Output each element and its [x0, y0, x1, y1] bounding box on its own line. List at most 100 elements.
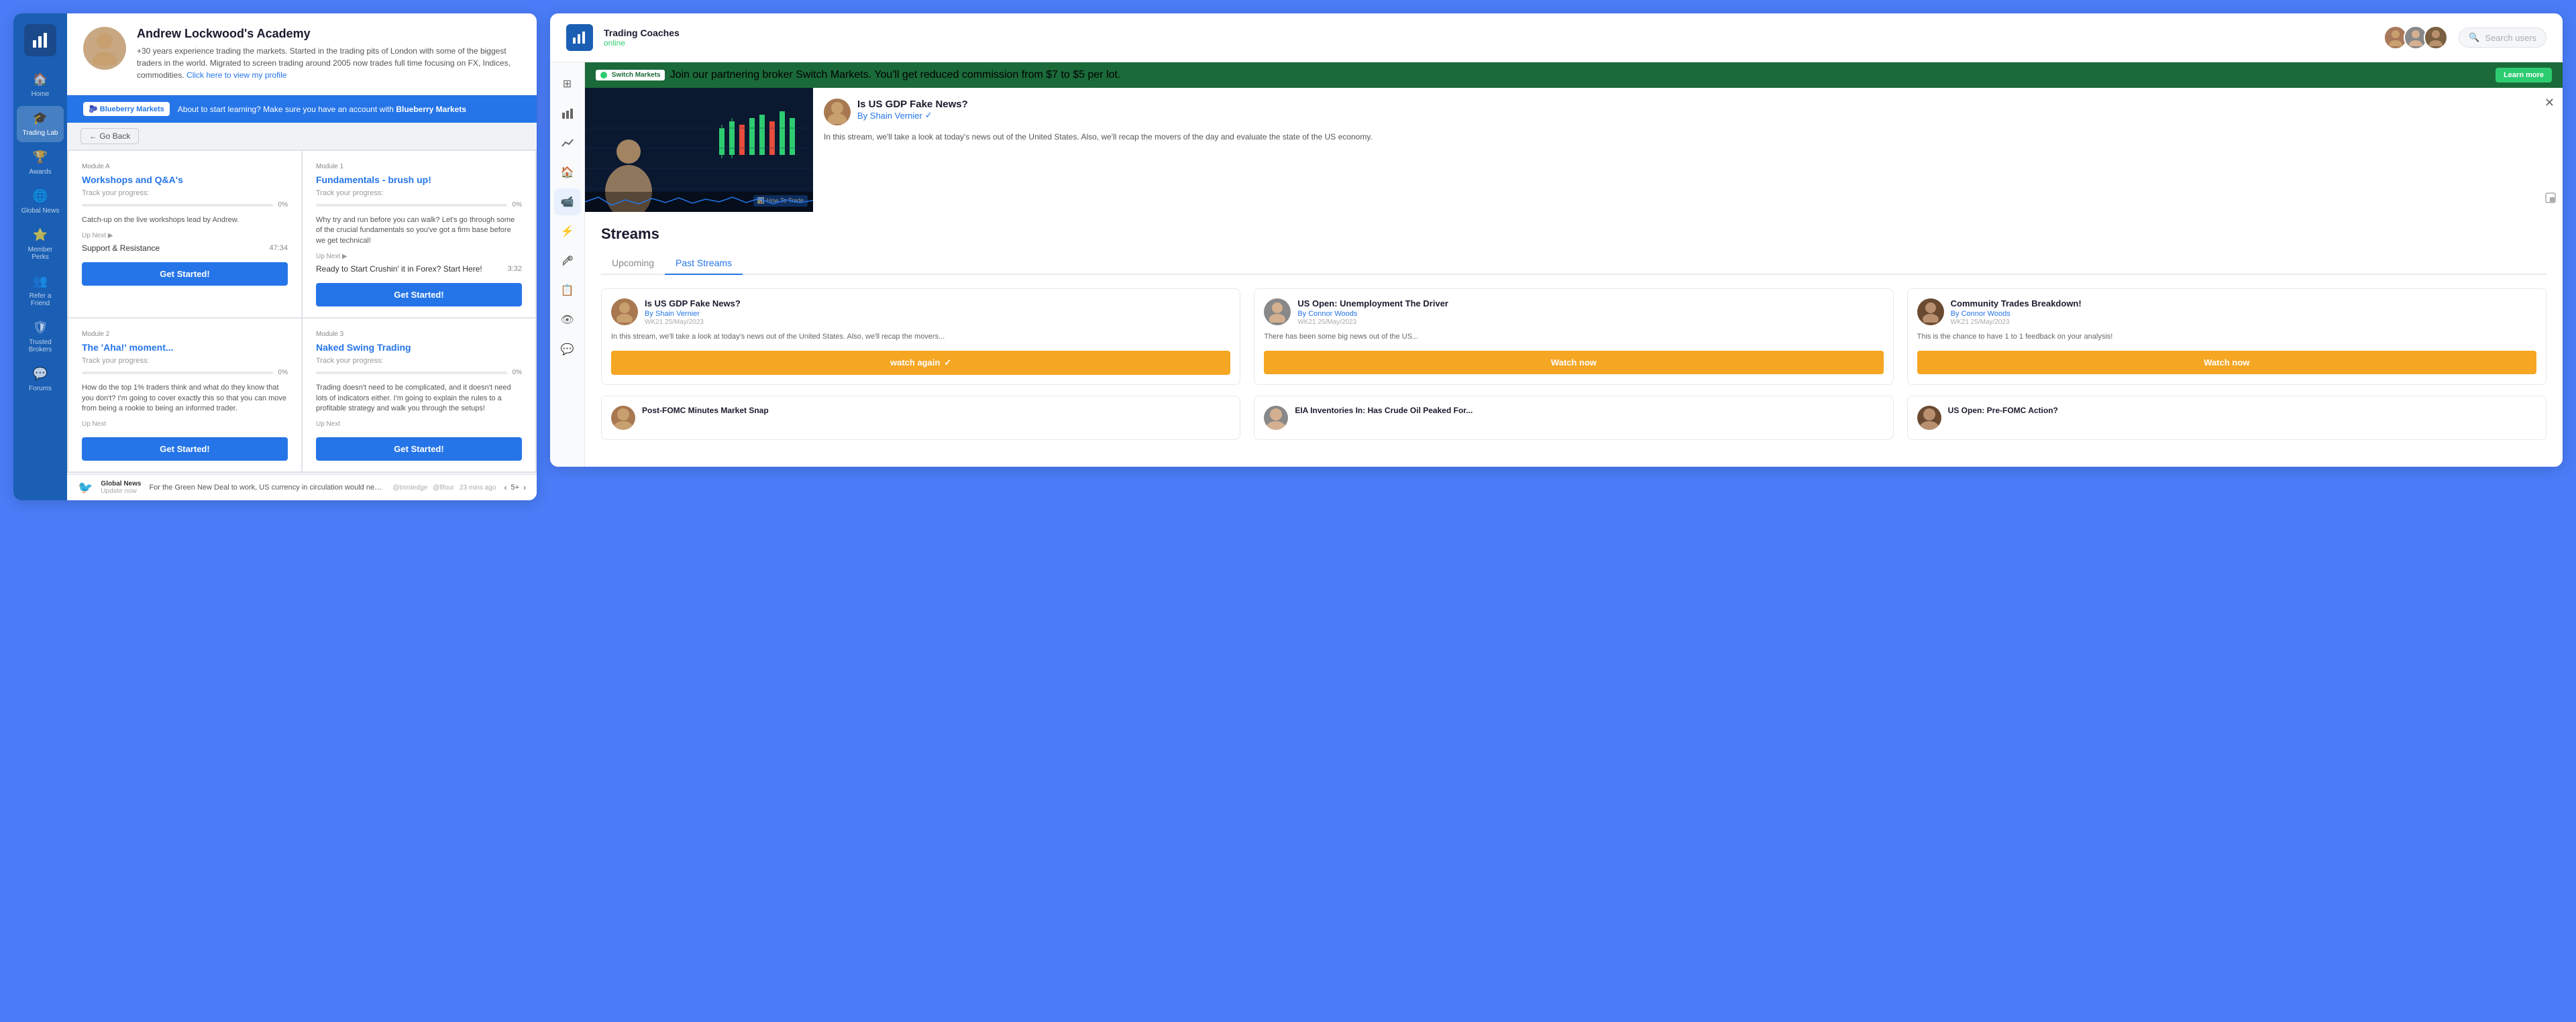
blueberry-link[interactable]: Blueberry Markets — [396, 105, 466, 114]
learn-more-button[interactable]: Learn more — [2496, 68, 2552, 82]
broker-text: Join our partnering broker Switch Market… — [670, 69, 1121, 81]
stream-card-partial-3: US Open: Pre-FOMC Action? — [1907, 396, 2546, 440]
go-back-button[interactable]: ← Go Back — [80, 128, 139, 144]
news-prev-button[interactable]: ‹ — [504, 483, 506, 492]
module-2-label: Module 2 — [82, 331, 288, 338]
twitter-icon: 🐦 — [78, 481, 93, 495]
blueberry-text: About to start learning? Make sure you h… — [178, 105, 466, 114]
module-a-track: Track your progress: — [82, 189, 288, 197]
pip-button[interactable] — [2545, 192, 2556, 205]
profile-avatar — [83, 27, 126, 70]
search-bar[interactable]: 🔍 Search users — [2459, 27, 2546, 48]
video-stream-section: 📊 How To Trade — [585, 88, 2563, 212]
sidebar-item-member-perks[interactable]: ⭐ Member Perks — [17, 223, 64, 266]
r-nav-tools[interactable] — [554, 247, 581, 274]
sidebar-item-global-news[interactable]: 🌐 Global News — [17, 184, 64, 220]
news-source-block: Global News Update now — [101, 480, 141, 495]
module-3-desc: Trading doesn't need to be complicated, … — [316, 383, 522, 414]
module-1-title: Fundamentals - brush up! — [316, 174, 522, 185]
home-icon: 🏠 — [33, 72, 48, 87]
r-nav-home[interactable]: 🏠 — [554, 159, 581, 186]
module-1-duration: 3:32 — [508, 265, 522, 273]
stream-description: In this stream, we'll take a look at tod… — [824, 131, 2536, 144]
sidebar-item-awards[interactable]: 🏆 Awards — [17, 145, 64, 181]
r-nav-chart-line[interactable] — [554, 129, 581, 156]
sidebar-item-refer-friend[interactable]: 👥 Refer a Friend — [17, 269, 64, 313]
r-nav-clipboard[interactable]: 📋 — [554, 277, 581, 304]
r-nav-grid[interactable]: ⊞ — [554, 70, 581, 97]
sidebar-item-trusted-brokers[interactable]: 🛡 Trusted Brokers — [17, 315, 64, 359]
module-2-title: The 'Aha!' moment... — [82, 342, 288, 353]
module-a-label: Module A — [82, 163, 288, 170]
switch-logo: Switch Markets — [596, 70, 665, 80]
stream-card-1-info: Is US GDP Fake News? By Shain Vernier WK… — [645, 298, 741, 326]
waveform — [585, 192, 813, 212]
module-a-up-next-title: Support & Resistance — [82, 243, 160, 253]
module-2-get-started-button[interactable]: Get Started! — [82, 437, 288, 461]
globe-icon: 🌐 — [33, 189, 48, 203]
stream-card-1-avatar — [611, 298, 638, 325]
right-header: Trading Coaches online — [550, 13, 2563, 62]
streams-grid: Is US GDP Fake News? By Shain Vernier WK… — [601, 288, 2546, 385]
r-nav-chart-bar[interactable] — [554, 100, 581, 127]
star-icon: ⭐ — [33, 228, 48, 242]
go-back-bar: ← Go Back — [67, 123, 537, 150]
module-a-get-started-button[interactable]: Get Started! — [82, 262, 288, 286]
stream-card-2-body: US Open: Unemployment The Driver By Conn… — [1254, 289, 1892, 384]
streams-section: Streams Upcoming Past Streams — [585, 212, 2563, 467]
module-1-desc: Why try and run before you can walk? Let… — [316, 215, 522, 246]
module-2-progress-bg — [82, 372, 273, 374]
module-2-track: Track your progress: — [82, 357, 288, 365]
module-3-track: Track your progress: — [316, 357, 522, 365]
module-3-label: Module 3 — [316, 331, 522, 338]
sidebar-item-forums[interactable]: 💬 Forums — [17, 361, 64, 398]
stream-card-3-avatar — [1917, 298, 1944, 325]
r-nav-video[interactable]: 📹 — [554, 188, 581, 215]
partial-avatar-2 — [1264, 406, 1288, 430]
sidebar-item-home[interactable]: 🏠 Home — [17, 67, 64, 103]
news-meta: @trimtedge @llfour 23 mins ago — [392, 484, 496, 492]
tab-upcoming[interactable]: Upcoming — [601, 252, 665, 275]
news-next-button[interactable]: › — [523, 483, 526, 492]
stream-close-button[interactable]: ✕ — [2544, 96, 2555, 110]
stream-card-2-avatar — [1264, 298, 1291, 325]
right-content-area: ⊞ 🏠 📹 ⚡ 📋 — [550, 62, 2563, 467]
module-a-progress-bg — [82, 204, 273, 207]
profile-name: Andrew Lockwood's Academy — [137, 27, 521, 41]
watch-now-button-2[interactable]: Watch now — [1917, 351, 2536, 374]
module-a-progress-pct: 0% — [278, 201, 288, 209]
module-1-progress-pct: 0% — [513, 201, 522, 209]
shield-icon: 🛡 — [33, 321, 48, 335]
stream-author: By Shain Vernier ✓ — [857, 110, 968, 121]
partial-avatar-3 — [1917, 406, 1941, 430]
news-text: For the Green New Deal to work, US curre… — [149, 484, 384, 492]
watch-now-button-1[interactable]: Watch now — [1264, 351, 1883, 374]
module-a-desc: Catch-up on the live workshops lead by A… — [82, 215, 288, 225]
stream-card-2-info: US Open: Unemployment The Driver By Conn… — [1297, 298, 1448, 326]
profile-link[interactable]: Click here to view my profile — [186, 70, 286, 80]
watch-again-button[interactable]: watch again ✓ — [611, 351, 1230, 375]
module-1-get-started-button[interactable]: Get Started! — [316, 283, 522, 306]
r-nav-eye[interactable]: 👁 — [554, 306, 581, 333]
stream-card-partial-2: EIA Inventories In: Has Crude Oil Peaked… — [1254, 396, 1893, 440]
module-card-2: Module 2 The 'Aha!' moment... Track your… — [68, 319, 301, 471]
r-nav-chat[interactable]: 💬 — [554, 336, 581, 363]
stream-card-2: US Open: Unemployment The Driver By Conn… — [1254, 288, 1893, 385]
r-nav-pulse[interactable]: ⚡ — [554, 218, 581, 245]
module-1-track: Track your progress: — [316, 189, 522, 197]
module-1-progress-bg — [316, 204, 507, 207]
tab-past-streams[interactable]: Past Streams — [665, 252, 743, 275]
profile-header: Andrew Lockwood's Academy +30 years expe… — [67, 13, 537, 95]
coach-avatar-3 — [2424, 25, 2448, 50]
stream-info-header: Is US GDP Fake News? By Shain Vernier ✓ — [824, 99, 2536, 125]
sidebar-item-trading-lab[interactable]: 🎓 Trading Lab — [17, 106, 64, 142]
graduation-icon: 🎓 — [33, 111, 48, 125]
module-3-progress-pct: 0% — [513, 369, 522, 376]
stream-card-3-body: Community Trades Breakdown! By Connor Wo… — [1908, 289, 2546, 384]
stream-info-panel: Is US GDP Fake News? By Shain Vernier ✓ … — [813, 88, 2563, 212]
module-3-get-started-button[interactable]: Get Started! — [316, 437, 522, 461]
left-sidebar: 🏠 Home 🎓 Trading Lab 🏆 Awards 🌐 Global N… — [13, 13, 67, 500]
module-a-up-next-icon: ▶ — [108, 232, 113, 239]
module-1-up-next-icon: ▶ — [342, 253, 347, 260]
right-panel: Trading Coaches online — [550, 13, 2563, 467]
